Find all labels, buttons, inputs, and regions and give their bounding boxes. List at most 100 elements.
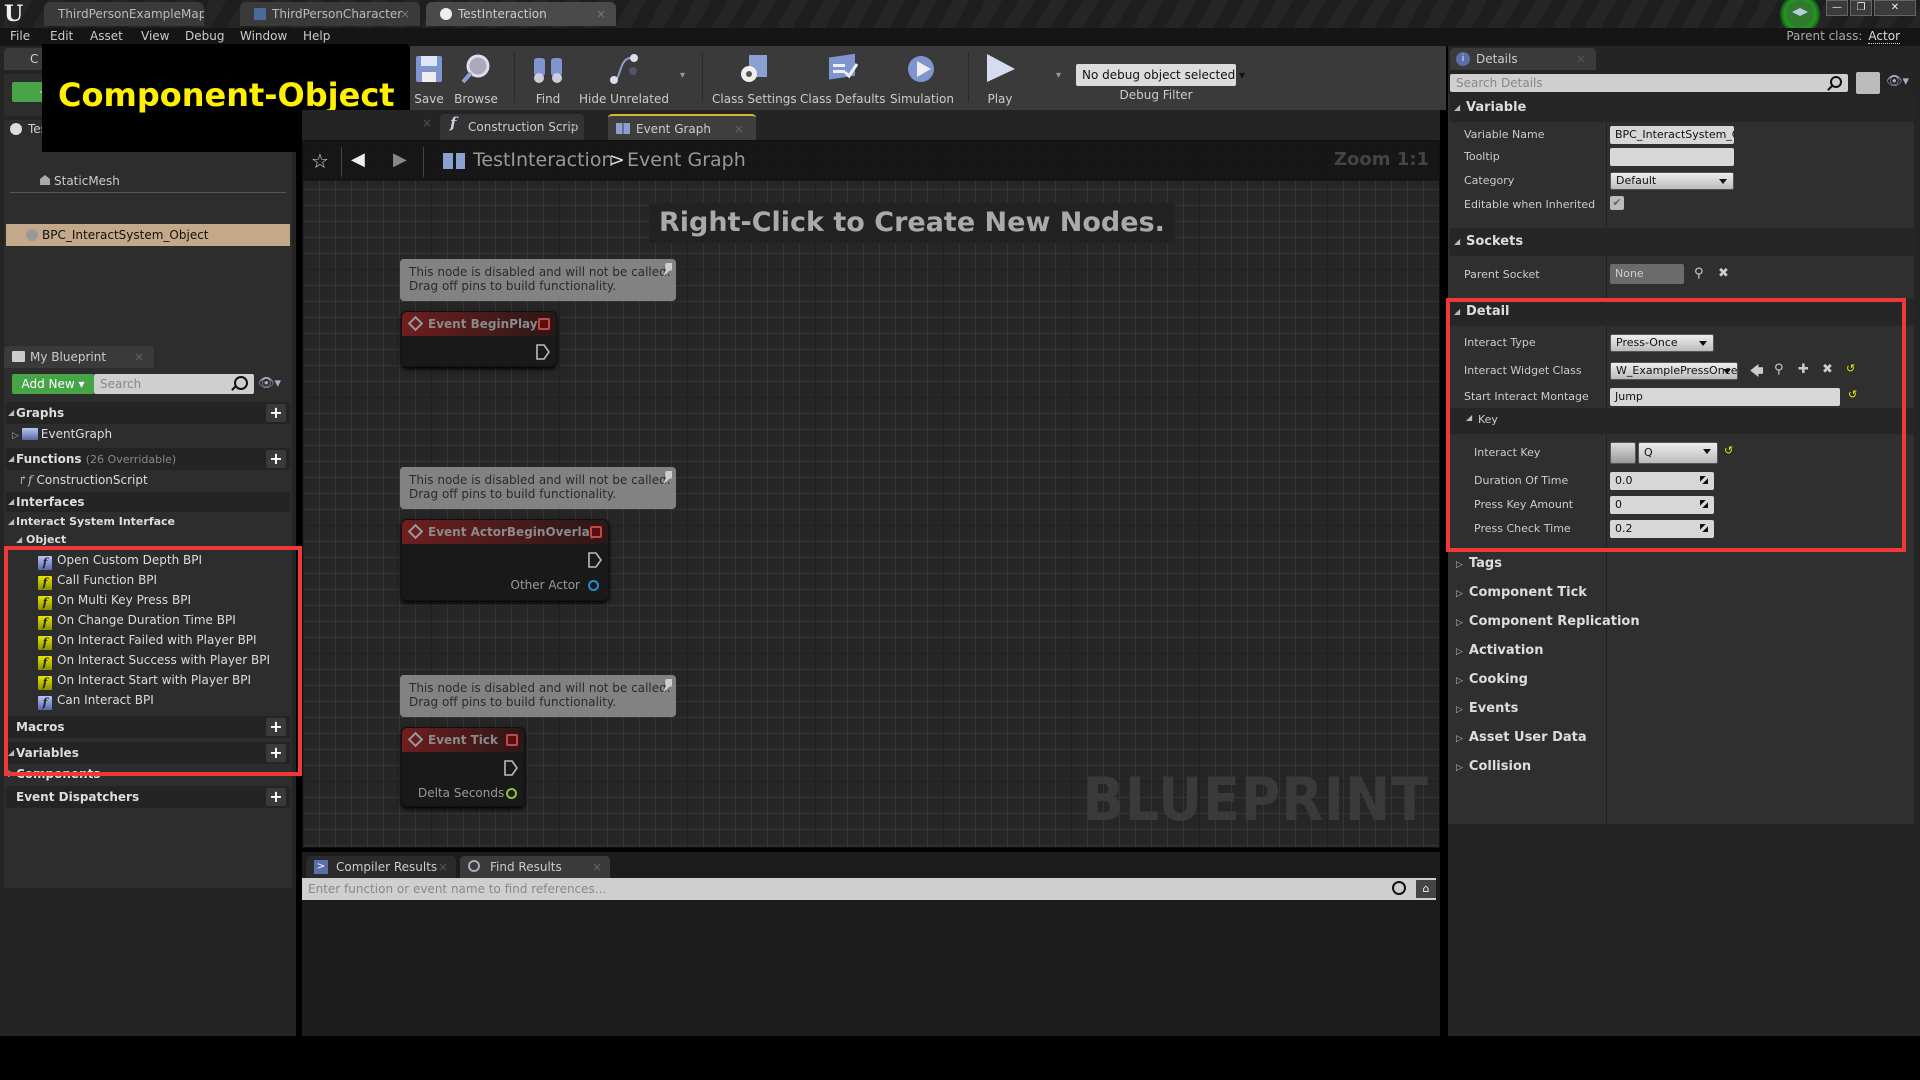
parent-socket-input[interactable]: None (1610, 264, 1684, 284)
interface-function-item[interactable]: f Open Custom Depth BPI (6, 550, 290, 570)
category-select[interactable]: Default (1610, 172, 1734, 190)
editable-when-inherited-checkbox[interactable]: ✔ (1610, 196, 1624, 210)
details-tab[interactable]: i Details × (1450, 48, 1596, 70)
breadcrumb-root[interactable]: TestInteraction (473, 149, 614, 171)
event-dispatchers-category[interactable]: Event Dispatchers + (6, 786, 290, 808)
section-detail[interactable]: ◢ Detail (1450, 298, 1914, 326)
hide-unrelated-dropdown-icon[interactable]: ▾ (680, 70, 685, 81)
interfaces-category[interactable]: ◢ Interfaces (6, 492, 290, 512)
play-button[interactable]: Play (978, 48, 1022, 108)
menu-help[interactable]: Help (303, 29, 330, 43)
reset-to-default-icon[interactable]: ↺ (1846, 362, 1855, 375)
add-variable-button[interactable]: + (266, 744, 286, 762)
components-variable-group[interactable]: ▷ Components (6, 764, 290, 784)
delegate-pin-icon[interactable] (538, 318, 550, 330)
doc-tab-character[interactable]: ThirdPersonCharacter × (240, 2, 420, 26)
clear-asset-icon[interactable]: ✖ (1822, 362, 1833, 377)
press-key-amount-input[interactable]: 0 (1610, 496, 1714, 514)
add-function-button[interactable]: + (266, 450, 286, 468)
float-pin-icon[interactable] (506, 788, 517, 799)
close-tab-icon[interactable]: × (596, 2, 606, 26)
reset-to-default-icon[interactable]: ↺ (1724, 444, 1733, 457)
menu-asset[interactable]: Asset (90, 29, 123, 43)
exec-pin-icon[interactable] (536, 344, 550, 360)
visibility-eye-icon[interactable]: 👁▾ (1886, 74, 1909, 89)
maximize-button[interactable]: ❐ (1850, 0, 1872, 16)
clear-socket-icon[interactable]: ✖ (1718, 266, 1729, 281)
reset-to-default-icon[interactable]: ↺ (1848, 388, 1857, 401)
node-event-tick[interactable]: Event Tick Delta Seconds (401, 727, 525, 807)
property-matrix-icon[interactable] (1856, 72, 1880, 94)
key-selector-keyboard-icon[interactable] (1610, 442, 1636, 464)
interface-function-item[interactable]: f On Interact Failed with Player BPI (6, 630, 290, 650)
object-pin-icon[interactable] (588, 580, 599, 591)
play-options-dropdown-icon[interactable]: ▾ (1056, 70, 1061, 81)
menu-debug[interactable]: Debug (185, 29, 224, 43)
interact-key-select[interactable]: Q (1638, 442, 1718, 464)
interface-function-item[interactable]: f Can Interact BPI (6, 690, 290, 710)
menu-view[interactable]: View (141, 29, 169, 43)
my-blueprint-tab[interactable]: My Blueprint × (4, 346, 154, 368)
interface-function-item[interactable]: f On Change Duration Time BPI (6, 610, 290, 630)
use-selected-arrow-icon[interactable]: 🡄 (1750, 362, 1763, 384)
browse-socket-icon[interactable]: ⚲ (1694, 266, 1704, 281)
forward-arrow-icon[interactable]: ▶ (393, 149, 407, 170)
interface-function-item[interactable]: f On Interact Start with Player BPI (6, 670, 290, 690)
interface-function-item[interactable]: f On Interact Success with Player BPI (6, 650, 290, 670)
start-interact-montage-input[interactable]: Jump (1610, 388, 1840, 406)
browse-asset-icon[interactable]: ⚲ (1774, 362, 1784, 377)
debug-object-select[interactable]: No debug object selected ▾ (1076, 64, 1245, 86)
section-asset-user-data[interactable]: ▷ Asset User Data (1456, 730, 1587, 745)
interface-object-group[interactable]: ◢ Object (6, 530, 290, 550)
find-references-input[interactable]: Enter function or event name to find ref… (302, 878, 1436, 900)
parent-class-link[interactable]: Actor (1868, 29, 1900, 44)
tab-event-graph[interactable]: Event Graph × (608, 114, 756, 140)
duration-of-time-input[interactable]: 0.0 (1610, 472, 1714, 490)
favorite-star-icon[interactable]: ☆ (311, 149, 329, 173)
interface-interact-system[interactable]: ◢ Interact System Interface (6, 512, 290, 532)
exec-pin-icon[interactable] (504, 760, 518, 776)
tooltip-input[interactable] (1610, 148, 1734, 166)
add-asset-icon[interactable]: ✚ (1798, 362, 1809, 377)
interface-function-item[interactable]: f Call Function BPI (6, 570, 290, 590)
add-graph-button[interactable]: + (266, 404, 286, 422)
delegate-pin-icon[interactable] (506, 734, 518, 746)
macros-category[interactable]: Macros + (6, 716, 290, 738)
visibility-eye-icon[interactable]: 👁▾ (258, 376, 281, 391)
class-defaults-button[interactable]: Class Defaults (800, 48, 885, 108)
variables-category[interactable]: ◢ Variables + (6, 742, 290, 764)
hide-unrelated-button[interactable]: Hide Unrelated (578, 48, 670, 108)
interface-function-item[interactable]: f On Multi Key Press BPI (6, 590, 290, 610)
search-icon[interactable] (1392, 881, 1406, 895)
simulation-button[interactable]: Simulation (888, 48, 956, 108)
section-cooking[interactable]: ▷ Cooking (1456, 672, 1528, 687)
section-variable[interactable]: ◢ Variable (1450, 94, 1914, 122)
graphs-category[interactable]: ◢ Graphs + (6, 402, 290, 424)
menu-window[interactable]: Window (240, 29, 287, 43)
section-activation[interactable]: ▷ Activation (1456, 643, 1543, 658)
close-tab-icon[interactable]: × (422, 116, 432, 130)
node-event-beginplay[interactable]: Event BeginPlay (401, 311, 557, 367)
interact-type-select[interactable]: Press-Once (1610, 334, 1714, 352)
doc-tab-map[interactable]: ThirdPersonExampleMap* (44, 2, 204, 26)
section-component-replication[interactable]: ▷ Component Replication (1456, 614, 1640, 629)
event-graph-canvas[interactable]: ☆ ◀ ▶ TestInteraction > Event Graph Zoom… (302, 140, 1440, 848)
add-macro-button[interactable]: + (266, 718, 286, 736)
tab-compiler-results[interactable]: > Compiler Results × (306, 856, 456, 878)
class-settings-button[interactable]: Class Settings (712, 48, 797, 108)
node-event-actorbeginoverlap[interactable]: Event ActorBeginOverlap Other Actor (401, 519, 609, 601)
tab-find-results[interactable]: Find Results × (460, 856, 610, 878)
component-row-bpc-interactsystem[interactable]: BPC_InteractSystem_Object (6, 224, 290, 246)
details-search-input[interactable]: Search Details (1450, 74, 1848, 92)
close-button[interactable]: ✕ (1874, 0, 1916, 16)
exec-pin-icon[interactable] (588, 552, 602, 568)
section-sockets[interactable]: ◢ Sockets (1450, 228, 1914, 256)
close-tab-icon[interactable]: × (134, 346, 144, 368)
component-row-staticmesh[interactable]: StaticMesh (40, 174, 120, 188)
construction-script-item[interactable]: ↱f ConstructionScript (6, 470, 290, 490)
browse-button[interactable]: Browse (448, 48, 504, 108)
variable-name-input[interactable]: BPC_InteractSystem_O (1610, 126, 1734, 144)
event-graph-item[interactable]: ▷ EventGraph (6, 424, 290, 444)
functions-category[interactable]: ◢ Functions (26 Overridable) + (6, 448, 290, 470)
close-tab-icon[interactable]: × (592, 856, 602, 878)
